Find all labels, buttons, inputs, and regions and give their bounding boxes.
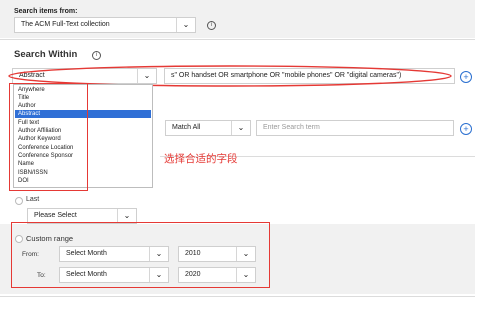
- chevron-down-icon: ⌄: [231, 121, 250, 135]
- last-radio[interactable]: [15, 197, 23, 205]
- add-row-icon-2[interactable]: +: [460, 123, 472, 135]
- info-icon[interactable]: i: [207, 21, 216, 30]
- match-value: Match All: [172, 124, 201, 131]
- match-select[interactable]: Match All ⌄: [165, 120, 251, 136]
- chevron-down-icon: ⌄: [117, 209, 136, 223]
- second-search-input[interactable]: Enter Search term: [256, 120, 454, 136]
- divider: [0, 296, 475, 297]
- chevron-down-icon: ⌄: [176, 18, 195, 32]
- collection-select[interactable]: The ACM Full-Text collection ⌄: [14, 17, 196, 33]
- custom-range-highlight-box: [11, 222, 270, 288]
- last-label: Last: [26, 196, 40, 203]
- annotation-text: 选择合适的字段: [164, 153, 238, 165]
- search-items-label: Search items from:: [14, 8, 78, 15]
- search-within-title: Search Within: [14, 49, 78, 60]
- divider: [0, 39, 475, 40]
- search-within-info-icon[interactable]: i: [92, 51, 101, 60]
- last-select-value: Please Select: [34, 212, 77, 219]
- dropdown-highlight-box: [9, 83, 88, 191]
- collection-value: The ACM Full-Text collection: [21, 21, 110, 28]
- add-row-icon[interactable]: +: [460, 71, 472, 83]
- second-search-placeholder: Enter Search term: [263, 124, 320, 131]
